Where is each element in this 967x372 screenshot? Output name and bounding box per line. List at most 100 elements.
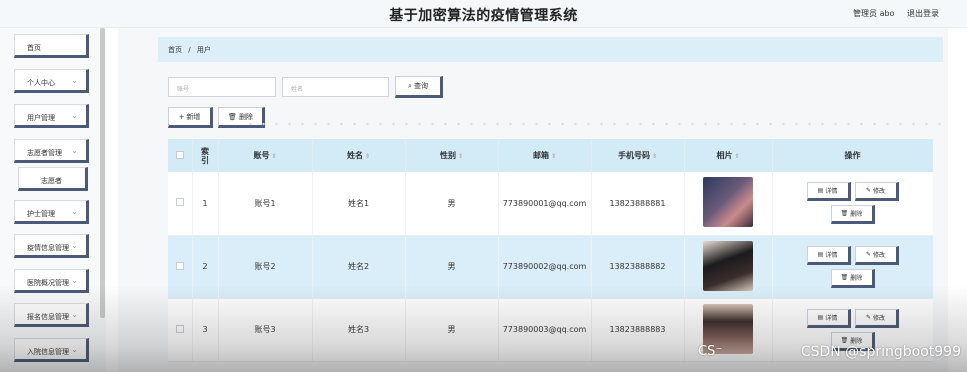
search-button[interactable]: ⌕ 查询: [395, 76, 443, 98]
row-checkbox[interactable]: [175, 261, 184, 270]
name-search-input[interactable]: 姓名: [282, 77, 389, 97]
col-header-ops: 操作: [772, 139, 933, 172]
account-search-input[interactable]: 账号: [168, 77, 276, 97]
col-header-email[interactable]: 邮箱 ⇕: [498, 139, 592, 172]
sidebar-item-hospital[interactable]: 医院概况管理 ⌄: [14, 269, 89, 293]
chevron-down-icon: ⌄: [71, 76, 78, 85]
breadcrumb-home[interactable]: 首页: [168, 46, 182, 54]
sidebar-item-users[interactable]: 用户管理 ⌄: [14, 104, 89, 128]
sidebar-subitem-volunteer[interactable]: 志愿者: [18, 167, 88, 191]
sidebar-item-nurses[interactable]: 护士管理 ⌄: [14, 200, 89, 224]
trash-icon: 🗑: [228, 112, 237, 121]
cell-email: 773890001@qq.com: [498, 172, 592, 236]
detail-icon: ▤: [817, 187, 824, 195]
cell-index: 3: [192, 298, 219, 362]
edit-button[interactable]: ✎ 修改: [854, 245, 899, 265]
sidebar-item-label: 医院概况管理: [27, 279, 69, 287]
user-photo[interactable]: [703, 177, 753, 228]
select-all-cell[interactable]: [168, 139, 193, 172]
edit-icon: ✎: [865, 250, 871, 258]
sidebar-item-volunteers[interactable]: 志愿者管理 ⌄: [14, 139, 89, 163]
sidebar-item-epidemic[interactable]: 疫情信息管理 ⌄: [14, 234, 89, 258]
col-header-account[interactable]: 账号 ⇕: [218, 139, 313, 172]
sidebar-item-label: 疫情信息管理: [27, 244, 69, 252]
add-button[interactable]: + 新增: [168, 107, 213, 128]
sidebar-item-profile[interactable]: 个人中心 ⌄: [14, 69, 89, 93]
select-all-checkbox[interactable]: [175, 150, 184, 159]
user-photo[interactable]: [703, 240, 753, 291]
cell-name: 姓名1: [312, 172, 406, 236]
edit-button-label: 修改: [873, 188, 886, 196]
top-header: 基于加密算法的疫情管理系统 管理员 abo 退出登录: [0, 0, 967, 28]
sidebar-item-registration[interactable]: 报名信息管理 ⌄: [14, 303, 89, 327]
sidebar-item-label: 报名信息管理: [27, 313, 69, 321]
detail-button[interactable]: ▤ 详情: [806, 245, 851, 265]
watermark-logo: CS⁻: [698, 344, 723, 359]
chevron-down-icon: ⌄: [71, 111, 78, 120]
edit-button-label: 修改: [873, 251, 886, 259]
sort-icon[interactable]: ⇕: [734, 153, 739, 160]
app-title: 基于加密算法的疫情管理系统: [389, 8, 578, 24]
sort-icon[interactable]: ⇕: [652, 153, 657, 160]
table-header-row: 索引 账号 ⇕ 姓名 ⇕ 性别 ⇕ 邮箱 ⇕ 手机号码 ⇕ 相片 ⇕ 操作: [168, 139, 933, 172]
sort-icon[interactable]: ⇕: [365, 153, 370, 160]
edit-button[interactable]: ✎ 修改: [854, 182, 899, 202]
sort-icon[interactable]: ⇕: [271, 153, 276, 160]
sidebar-scrollbar[interactable]: [100, 28, 105, 318]
cell-account: 账号1: [218, 172, 313, 236]
cell-ops: ▤ 详情 ✎ 修改 🗑 删除: [772, 235, 933, 299]
edit-icon: ✎: [865, 187, 871, 195]
cell-phone: 13823888883: [591, 298, 685, 362]
search-button-label: 查询: [413, 82, 428, 90]
row-delete-button[interactable]: 🗑 删除: [830, 268, 875, 288]
sidebar-item-label: 个人中心: [27, 79, 55, 87]
user-area: 管理员 abo 退出登录: [843, 8, 939, 19]
table-row: 2 账号2 姓名2 男 773890002@qq.com 13823888882…: [168, 235, 933, 299]
chevron-down-icon: ⌄: [71, 276, 78, 285]
col-header-phone[interactable]: 手机号码 ⇕: [591, 139, 685, 172]
sidebar-item-admission[interactable]: 入院信息管理 ⌄: [14, 338, 89, 362]
sort-icon[interactable]: ⇕: [551, 153, 556, 160]
sidebar-item-label: 志愿者管理: [27, 149, 62, 157]
row-delete-button-label: 删除: [850, 274, 863, 282]
cell-gender: 男: [405, 235, 499, 299]
col-header-label: 账号: [253, 151, 270, 160]
sidebar-item-label: 护士管理: [27, 210, 55, 218]
detail-icon: ▤: [817, 250, 824, 258]
chevron-down-icon: ⌄: [71, 310, 78, 319]
breadcrumb-separator: /: [188, 46, 191, 54]
detail-button[interactable]: ▤ 详情: [806, 182, 851, 202]
cell-phone: 13823888882: [591, 235, 685, 299]
cell-gender: 男: [405, 298, 499, 362]
detail-button[interactable]: ▤ 详情: [806, 308, 851, 328]
cell-name: 姓名2: [312, 235, 406, 299]
row-checkbox[interactable]: [175, 324, 184, 333]
col-header-photo[interactable]: 相片 ⇕: [684, 139, 773, 172]
trash-icon: 🗑: [840, 336, 849, 344]
detail-button-label: 详情: [825, 251, 838, 259]
sidebar-item-home[interactable]: 首页: [14, 34, 89, 58]
dotted-divider: [244, 119, 944, 129]
row-checkbox[interactable]: [175, 198, 184, 207]
sort-icon[interactable]: ⇕: [458, 153, 463, 160]
trash-icon: 🗑: [840, 273, 849, 281]
chevron-down-icon: ⌄: [71, 241, 78, 250]
col-header-label: 性别: [439, 151, 456, 160]
cell-name: 姓名3: [312, 298, 406, 362]
current-user-label: 管理员 abo: [853, 9, 895, 18]
col-header-gender[interactable]: 性别 ⇕: [405, 139, 499, 172]
cell-account: 账号3: [218, 298, 313, 362]
row-delete-button-label: 删除: [850, 211, 863, 219]
edit-button-label: 修改: [873, 314, 886, 322]
cell-index: 2: [192, 235, 219, 299]
chevron-up-icon: ⌄: [71, 146, 78, 155]
col-header-label: 邮箱: [532, 151, 549, 160]
sidebar-item-label: 用户管理: [27, 114, 55, 122]
row-delete-button[interactable]: 🗑 删除: [830, 205, 875, 225]
cell-gender: 男: [405, 172, 499, 236]
cell-index: 1: [192, 172, 219, 236]
detail-button-label: 详情: [825, 314, 838, 322]
logout-link[interactable]: 退出登录: [907, 9, 939, 18]
col-header-name[interactable]: 姓名 ⇕: [312, 139, 406, 172]
edit-button[interactable]: ✎ 修改: [854, 308, 899, 328]
